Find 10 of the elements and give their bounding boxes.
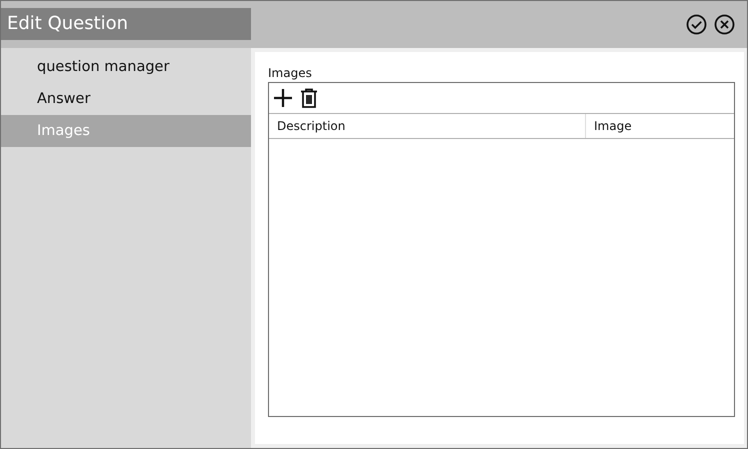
sidebar-item[interactable]: question manager: [1, 51, 251, 83]
column-header[interactable]: Description: [269, 114, 586, 138]
window-title: Edit Question: [1, 8, 251, 40]
close-icon[interactable]: [714, 14, 735, 35]
trash-icon[interactable]: [300, 88, 318, 108]
sidebar-item[interactable]: Answer: [1, 83, 251, 115]
section-label: Images: [268, 65, 313, 82]
add-icon[interactable]: [273, 88, 293, 108]
column-header[interactable]: Image: [586, 114, 734, 138]
confirm-icon[interactable]: [686, 14, 707, 35]
